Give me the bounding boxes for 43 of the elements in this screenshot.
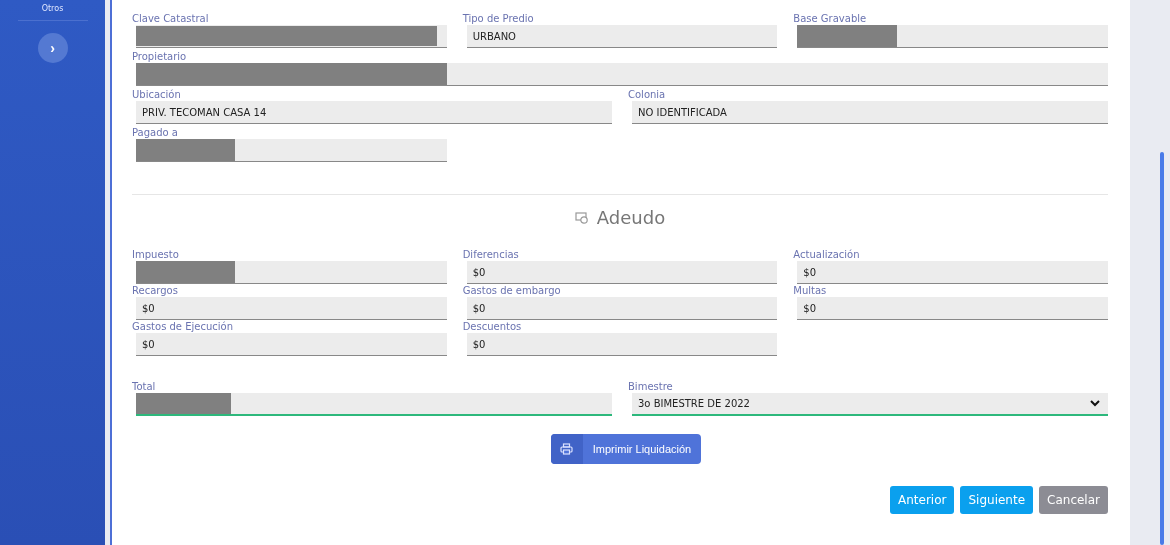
- print-button[interactable]: Imprimir Liquidación: [550, 434, 702, 464]
- field-label: Tipo de Predio: [462, 12, 535, 25]
- input-field[interactable]: $0: [797, 297, 1108, 320]
- money-icon: [574, 210, 589, 225]
- field-label: Gastos de Ejecución: [132, 320, 234, 333]
- field-label: Diferencias: [462, 248, 520, 261]
- scrollbar-thumb[interactable]: [1160, 152, 1164, 545]
- chevron-down-icon: [1090, 400, 1100, 407]
- field-label: Recargos: [132, 284, 179, 297]
- input-field[interactable]: URBANO: [466, 25, 778, 48]
- field-label: Multas: [793, 284, 828, 297]
- field-label: Colonia: [628, 88, 667, 101]
- field-label: Total: [132, 380, 157, 393]
- input-field[interactable]: PRIV. TECOMAN CASA 14: [136, 101, 612, 124]
- field-label: Base Gravable: [793, 12, 868, 25]
- field-label: Actualización: [793, 248, 861, 261]
- input-field[interactable]: [136, 25, 447, 48]
- field-label: Bimestre: [628, 380, 674, 393]
- input-field[interactable]: $0: [136, 333, 447, 356]
- field-label: Gastos de embargo: [462, 284, 562, 297]
- field-label: Clave Catastral: [132, 12, 210, 25]
- select-field[interactable]: 3o BIMESTRE DE 2022: [632, 393, 1108, 416]
- input-field[interactable]: $0: [797, 261, 1108, 284]
- input-field[interactable]: [136, 139, 447, 162]
- input-field[interactable]: [136, 63, 1108, 86]
- field-label: Propietario: [132, 50, 188, 63]
- input-field[interactable]: [136, 393, 612, 416]
- input-field[interactable]: NO IDENTIFICADA: [632, 101, 1108, 124]
- expand-button[interactable]: ›: [37, 33, 68, 63]
- menu-item[interactable]: Otros: [41, 4, 64, 13]
- field-label: Pagado a: [132, 126, 179, 139]
- scrollbar[interactable]: [1130, 0, 1170, 545]
- input-field[interactable]: $0: [466, 261, 778, 284]
- field-label: Descuentos: [462, 320, 523, 333]
- input-field[interactable]: [136, 261, 447, 284]
- field-label: Ubicación: [132, 88, 182, 101]
- input-field[interactable]: $0: [466, 297, 778, 320]
- input-field[interactable]: [797, 25, 1108, 48]
- field-label: Impuesto: [132, 248, 180, 261]
- input-field[interactable]: $0: [466, 333, 778, 356]
- section-title: Adeudo: [596, 207, 666, 228]
- input-field[interactable]: $0: [136, 297, 447, 320]
- printer-icon: [560, 443, 574, 455]
